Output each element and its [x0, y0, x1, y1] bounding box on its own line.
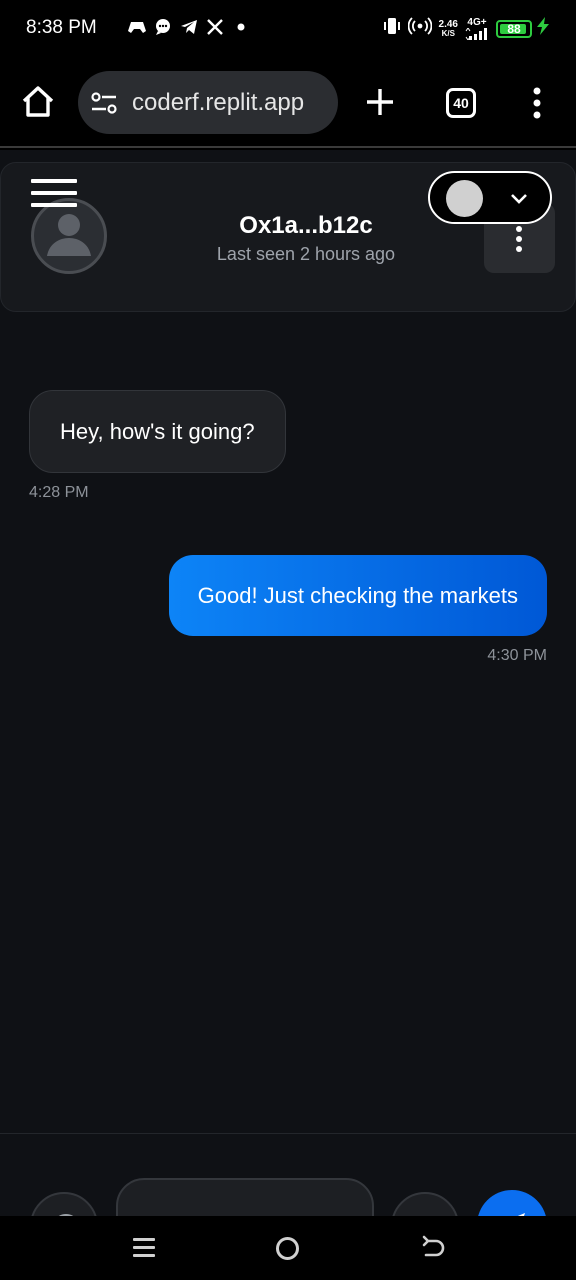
- signal-icon: [465, 27, 487, 40]
- notification-icons: [128, 18, 250, 36]
- network-signal: 4G+: [465, 17, 489, 40]
- message-input[interactable]: [116, 1178, 374, 1216]
- back-icon: [422, 1235, 445, 1257]
- recents-button[interactable]: [133, 1238, 155, 1258]
- home-button[interactable]: [18, 82, 58, 122]
- incoming-message-bubble: Hey, how's it going?: [29, 390, 286, 473]
- incoming-message-time: 4:28 PM: [29, 484, 89, 501]
- chat-app: Ox1a...b12c Last seen 2 hours ago Hey, h…: [0, 150, 576, 1216]
- new-tab-button[interactable]: [362, 84, 398, 120]
- browser-toolbar: coderf.replit.app 40: [0, 58, 576, 148]
- dot-icon: [232, 18, 250, 36]
- chat-bubble-icon: [154, 18, 172, 36]
- send-icon: [517, 1213, 525, 1216]
- send-button[interactable]: [477, 1190, 547, 1216]
- x-logo-icon: [206, 18, 224, 36]
- emoji-button[interactable]: [30, 1192, 98, 1216]
- browser-menu-button[interactable]: [526, 86, 548, 120]
- account-switcher[interactable]: [428, 171, 552, 224]
- telegram-icon: [180, 18, 198, 36]
- vibrate-icon: [383, 16, 401, 41]
- outgoing-message-bubble: Good! Just checking the markets: [168, 555, 547, 636]
- attach-button[interactable]: [391, 1192, 459, 1216]
- address-bar[interactable]: coderf.replit.app: [78, 71, 338, 134]
- account-avatar: [446, 180, 483, 217]
- system-navigation-bar: [0, 1216, 576, 1280]
- plus-icon: [367, 89, 393, 115]
- system-indicators: 2.46 K/S 4G+ 88: [383, 16, 550, 41]
- home-icon: [22, 86, 54, 117]
- message-composer: [0, 1133, 576, 1216]
- site-settings-icon[interactable]: [90, 91, 118, 115]
- hotspot-icon: [407, 16, 432, 41]
- system-home-button[interactable]: [276, 1237, 299, 1260]
- hamburger-menu-button[interactable]: [31, 179, 77, 209]
- more-vert-icon: [533, 87, 541, 119]
- battery-indicator: 88: [496, 19, 532, 38]
- url-text[interactable]: coderf.replit.app: [132, 89, 304, 117]
- outgoing-message-time: 4:30 PM: [487, 647, 547, 664]
- charging-icon: [536, 17, 550, 40]
- chevron-down-icon: [511, 194, 527, 204]
- network-speed: 2.46 K/S: [438, 18, 458, 38]
- tab-switcher-button[interactable]: 40: [446, 88, 476, 118]
- status-time: 8:38 PM: [26, 17, 97, 38]
- status-bar: 8:38 PM 2.46 K/S 4G+ 88: [0, 0, 576, 58]
- back-button[interactable]: [420, 1235, 446, 1261]
- game-controller-icon: [128, 18, 146, 36]
